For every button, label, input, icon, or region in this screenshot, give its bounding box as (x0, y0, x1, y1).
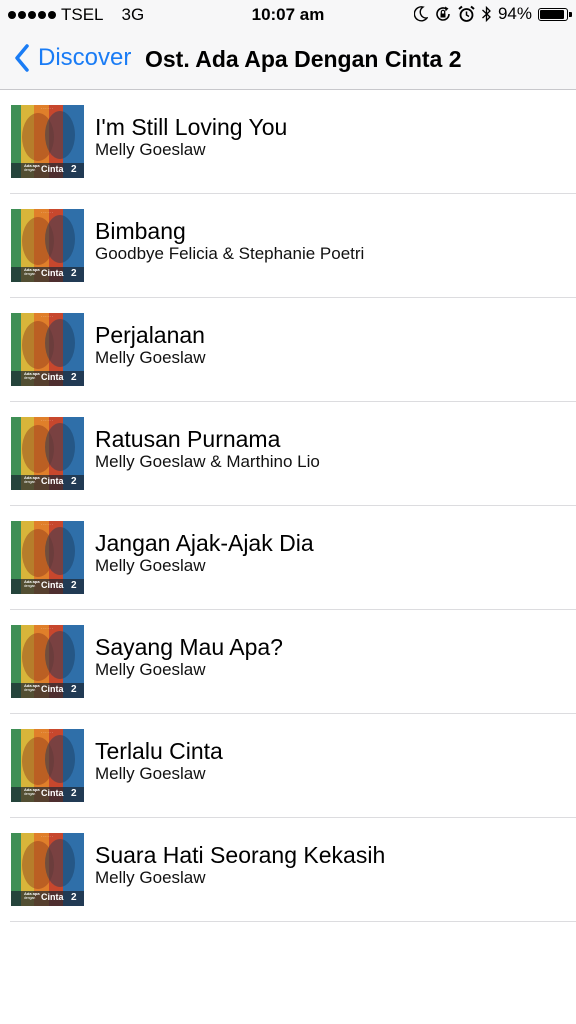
back-button[interactable]: Discover (14, 44, 131, 72)
svg-text:Cinta: Cinta (41, 580, 64, 590)
svg-text:Cinta: Cinta (41, 372, 64, 382)
battery-icon (538, 7, 572, 21)
album-cover-image: · · · · · · Ada apa dengan Cinta 2 (11, 105, 84, 178)
track-title: Sayang Mau Apa? (95, 634, 283, 660)
chevron-left-icon (15, 44, 29, 72)
svg-text:Cinta: Cinta (41, 892, 64, 902)
track-artist: Goodbye Felicia & Stephanie Poetri (95, 244, 365, 263)
back-button-label: Discover (38, 44, 132, 71)
album-cover-image: · · · · · · Ada apa dengan Cinta 2 (11, 625, 84, 698)
svg-text:dengan: dengan (24, 584, 35, 588)
track-title: Ratusan Purnama (95, 426, 281, 452)
track-list: · · · · · · Ada apa dengan Cinta 2 I'm S… (0, 90, 576, 922)
album-cover-image: · · · · · · Ada apa dengan Cinta 2 (11, 313, 84, 386)
track-artist: Melly Goeslaw (95, 660, 206, 679)
moon-icon (413, 6, 428, 22)
svg-text:· · · · · ·: · · · · · · (41, 107, 53, 111)
album-cover-image: · · · · · · Ada apa dengan Cinta 2 (11, 417, 84, 490)
track-row[interactable]: · · · · · · Ada apa dengan Cinta 2 Sayan… (0, 610, 576, 714)
album-cover-image: · · · · · · Ada apa dengan Cinta 2 (11, 729, 84, 802)
svg-text:2: 2 (71, 788, 77, 799)
svg-text:dengan: dengan (24, 272, 35, 276)
album-cover-image: · · · · · · Ada apa dengan Cinta 2 (11, 521, 84, 594)
svg-text:dengan: dengan (24, 376, 35, 380)
track-title: Jangan Ajak-Ajak Dia (95, 530, 314, 556)
svg-text:Cinta: Cinta (41, 164, 64, 174)
track-artist: Melly Goeslaw (95, 868, 206, 887)
svg-text:2: 2 (71, 580, 77, 591)
svg-text:2: 2 (71, 892, 77, 903)
svg-text:· · · · · ·: · · · · · · (41, 419, 53, 423)
track-row[interactable]: · · · · · · Ada apa dengan Cinta 2 Ratus… (0, 402, 576, 506)
track-artist: Melly Goeslaw (95, 348, 206, 367)
track-title: Terlalu Cinta (95, 738, 223, 764)
svg-text:dengan: dengan (24, 688, 35, 692)
svg-text:2: 2 (71, 268, 77, 279)
rotation-lock-icon (436, 6, 450, 21)
battery-fill (540, 9, 565, 19)
navigation-bar: Discover Ost. Ada Apa Dengan Cinta 2 (0, 30, 576, 88)
row-divider (10, 921, 576, 922)
svg-text:2: 2 (71, 372, 77, 383)
svg-text:dengan: dengan (24, 896, 35, 900)
track-row[interactable]: · · · · · · Ada apa dengan Cinta 2 Bimba… (0, 194, 576, 298)
svg-text:2: 2 (71, 476, 77, 487)
track-artist: Melly Goeslaw (95, 556, 206, 575)
track-artist: Melly Goeslaw (95, 140, 206, 159)
alarm-clock-icon (458, 5, 475, 22)
track-title: I'm Still Loving You (95, 114, 288, 140)
track-title: Perjalanan (95, 322, 205, 348)
album-cover-image: · · · · · · Ada apa dengan Cinta 2 (11, 833, 84, 906)
svg-text:· · · · · ·: · · · · · · (41, 315, 53, 319)
svg-text:dengan: dengan (24, 792, 35, 796)
track-title: Bimbang (95, 218, 186, 244)
svg-text:· · · · · ·: · · · · · · (41, 627, 53, 631)
bluetooth-icon (482, 5, 491, 23)
album-cover-image: · · · · · · Ada apa dengan Cinta 2 (11, 209, 84, 282)
svg-text:dengan: dengan (24, 480, 35, 484)
top-bar: TSEL 3G 10:07 am 94% Discover Ost. Ada A… (0, 0, 576, 90)
svg-text:· · · · · ·: · · · · · · (41, 211, 53, 215)
svg-text:· · · · · ·: · · · · · · (41, 731, 53, 735)
svg-text:· · · · · ·: · · · · · · (41, 835, 53, 839)
svg-text:· · · · · ·: · · · · · · (41, 523, 53, 527)
track-row[interactable]: · · · · · · Ada apa dengan Cinta 2 Suara… (0, 818, 576, 922)
svg-text:dengan: dengan (24, 168, 35, 172)
track-title: Suara Hati Seorang Kekasih (95, 842, 386, 868)
track-row[interactable]: · · · · · · Ada apa dengan Cinta 2 Janga… (0, 506, 576, 610)
svg-text:Cinta: Cinta (41, 684, 64, 694)
track-row[interactable]: · · · · · · Ada apa dengan Cinta 2 Terla… (0, 714, 576, 818)
battery-percent: 94% (497, 4, 532, 23)
status-bar: TSEL 3G 10:07 am 94% (0, 0, 576, 30)
svg-text:2: 2 (71, 684, 77, 695)
track-artist: Melly Goeslaw & Marthino Lio (95, 452, 320, 471)
track-row[interactable]: · · · · · · Ada apa dengan Cinta 2 I'm S… (0, 90, 576, 194)
status-right: 94% (413, 4, 572, 24)
page-title: Ost. Ada Apa Dengan Cinta 2 (145, 46, 462, 72)
svg-text:Cinta: Cinta (41, 268, 64, 278)
svg-text:Cinta: Cinta (41, 476, 64, 486)
track-row[interactable]: · · · · · · Ada apa dengan Cinta 2 Perja… (0, 298, 576, 402)
track-artist: Melly Goeslaw (95, 764, 206, 783)
svg-text:Cinta: Cinta (41, 788, 64, 798)
svg-text:2: 2 (71, 164, 77, 175)
